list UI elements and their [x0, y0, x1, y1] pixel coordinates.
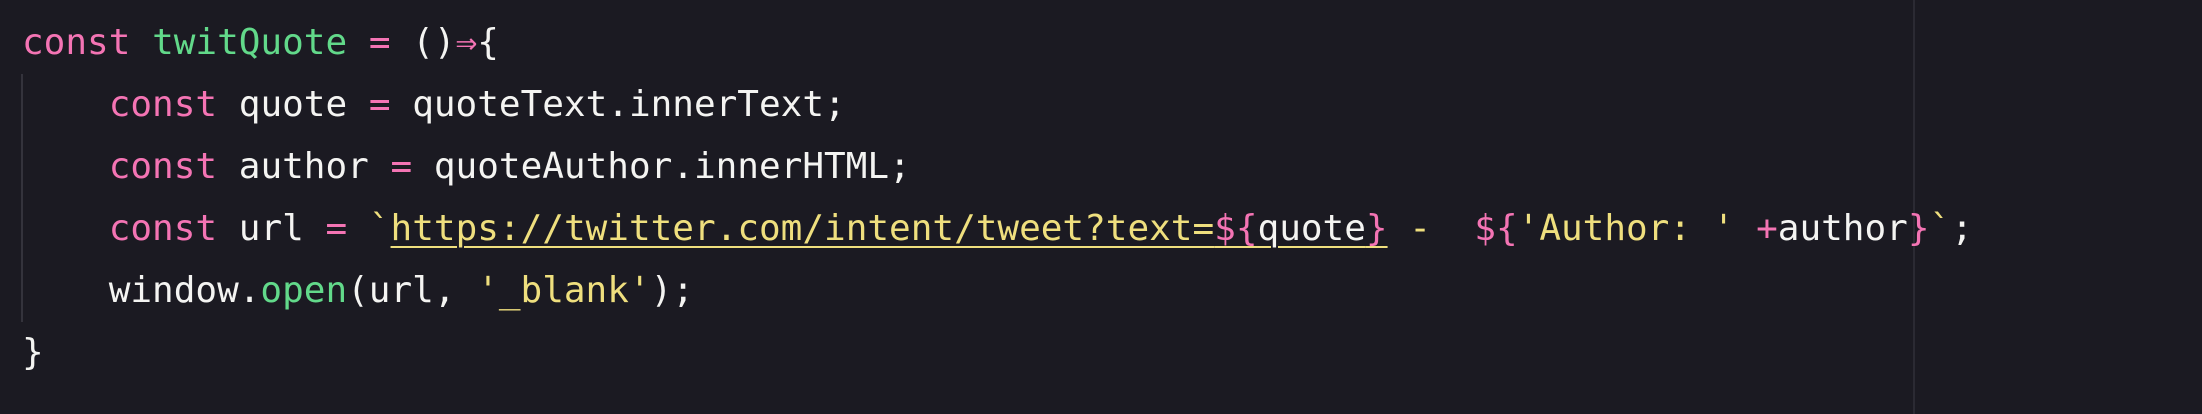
- code-line-5: window.open(url, '_blank');: [22, 260, 694, 322]
- assign-operator: =: [390, 146, 413, 187]
- open-brace: {: [477, 22, 499, 63]
- method-open: open: [260, 270, 348, 311]
- interpolation-close: }: [1907, 208, 1930, 249]
- keyword-const: const: [108, 84, 218, 125]
- template-text: -: [1387, 208, 1475, 249]
- variable-quote: quote: [238, 84, 348, 125]
- plus-operator: +: [1756, 208, 1778, 249]
- assign-operator: =: [368, 84, 391, 125]
- semicolon: ;: [1951, 208, 1973, 249]
- code-line-6: }: [22, 322, 44, 384]
- backtick-open: `: [368, 208, 391, 249]
- close-brace: }: [22, 332, 44, 373]
- backtick-close: `: [1929, 208, 1952, 249]
- code-editor[interactable]: const twitQuote = ()⇒{ const quote = quo…: [0, 0, 2202, 414]
- code-line-2: const quote = quoteText.innerText;: [22, 74, 846, 136]
- url-link[interactable]: https://twitter.com/intent/tweet?text=${…: [391, 208, 1388, 249]
- arrow-operator: ⇒: [455, 22, 478, 63]
- interpolation-open: ${: [1214, 208, 1258, 249]
- code-line-1: const twitQuote = ()⇒{: [22, 12, 499, 74]
- assign-operator: =: [325, 208, 348, 249]
- code-line-3: const author = quoteAuthor.innerHTML;: [22, 136, 911, 198]
- url-text: https://twitter.com/intent/tweet?text=: [390, 208, 1215, 249]
- code-line-4: const url = `https://twitter.com/intent/…: [22, 198, 1973, 260]
- variable-url: url: [238, 208, 304, 249]
- expression: quoteAuthor.innerHTML;: [433, 146, 911, 187]
- interpolation-close: }: [1365, 208, 1388, 249]
- string-literal: 'Author: ': [1517, 208, 1735, 249]
- string-literal: '_blank': [477, 270, 651, 311]
- interpolation-variable: author: [1777, 208, 1908, 249]
- window-object: window.: [108, 270, 261, 311]
- parens: (): [412, 22, 456, 63]
- assign-operator: =: [368, 22, 391, 63]
- interpolation-open: ${: [1474, 208, 1518, 249]
- keyword-const: const: [108, 208, 218, 249]
- keyword-const: const: [22, 22, 131, 63]
- expression: quoteText.innerText;: [412, 84, 846, 125]
- keyword-const: const: [108, 146, 218, 187]
- interpolation-variable: quote: [1257, 208, 1366, 249]
- arguments-close: );: [650, 270, 694, 311]
- arguments-open: (url,: [347, 270, 478, 311]
- function-name: twitQuote: [152, 22, 348, 63]
- variable-author: author: [238, 146, 369, 187]
